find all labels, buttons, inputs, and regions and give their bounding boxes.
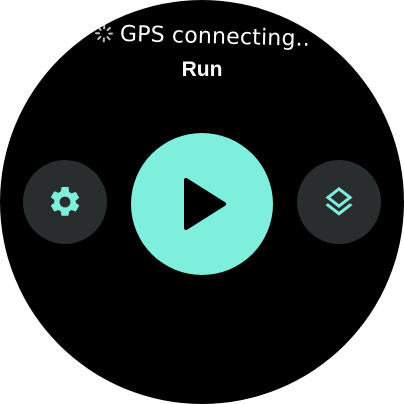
layers-icon	[321, 184, 357, 220]
gear-icon	[47, 184, 83, 220]
gps-status: GPS connecting..	[0, 11, 404, 62]
loading-spinner-icon	[94, 23, 115, 44]
layers-button[interactable]	[297, 160, 381, 244]
play-icon	[172, 174, 232, 234]
activity-title: Run	[181, 58, 223, 81]
settings-button[interactable]	[23, 160, 107, 244]
watch-face: GPS connecting.. Run	[0, 0, 404, 404]
start-button[interactable]	[131, 133, 273, 275]
gps-status-text: GPS connecting..	[119, 21, 311, 52]
